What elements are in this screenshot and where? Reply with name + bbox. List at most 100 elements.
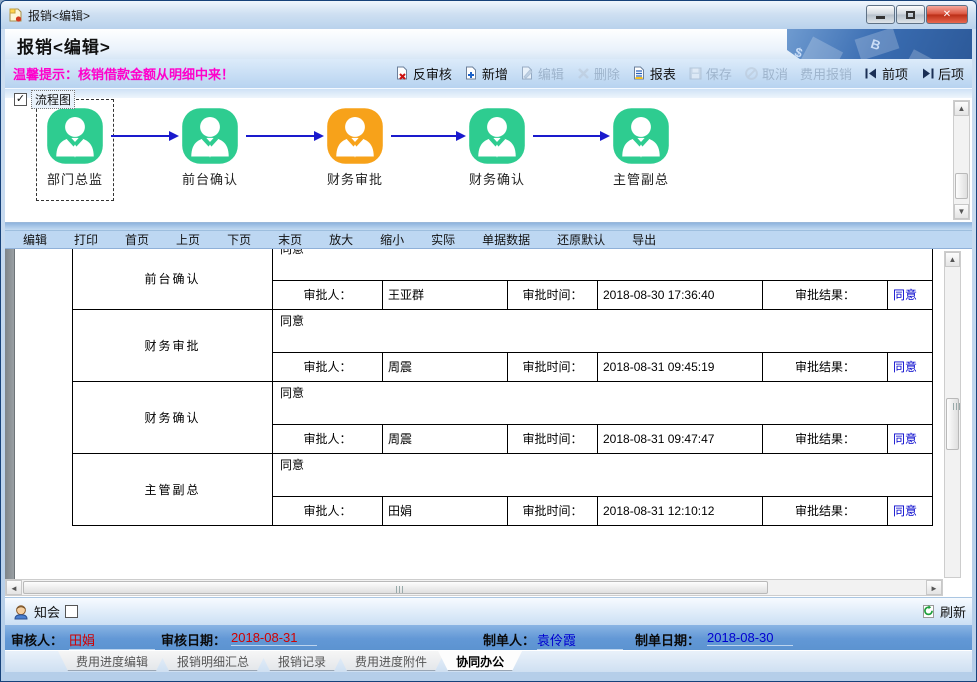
menu-item-last-page[interactable]: 末页 [278, 231, 302, 248]
result-value[interactable]: 同意 [888, 352, 933, 381]
flowchart-checkbox[interactable]: ✓ [14, 93, 27, 106]
toolbar: 反审核新增编辑删除报表保存取消费用报销前项后项 [391, 59, 968, 88]
menu-item-edit[interactable]: 编辑 [23, 231, 47, 248]
approval-comment-row: 财务审批同意 [73, 309, 933, 352]
create-date-value: 2018-08-30 [707, 630, 793, 646]
time-label: 审批时间： [508, 496, 598, 525]
scrollbar-thumb[interactable] [23, 581, 768, 594]
tab-collaborative-office[interactable]: 协同办公 [438, 651, 522, 671]
stage-cell: 前台确认 [73, 249, 273, 309]
flow-node-deputy-gm[interactable]: 主管副总 [593, 107, 689, 188]
tab-reimburse-detail-summary[interactable]: 报销明细汇总 [159, 651, 267, 671]
report-button[interactable]: 报表 [628, 62, 680, 85]
menu-item-next-page[interactable]: 下页 [227, 231, 251, 248]
minimize-button[interactable] [866, 5, 895, 24]
prev-item-button[interactable]: 前项 [860, 62, 912, 85]
refresh-icon [921, 604, 936, 619]
stage-cell: 主管副总 [73, 453, 273, 525]
menu-item-prev-page[interactable]: 上页 [176, 231, 200, 248]
scrollbar-thumb[interactable] [955, 173, 968, 199]
result-label: 审批结果： [763, 352, 888, 381]
flowchart-checkbox-group[interactable]: ✓ 流程图 [14, 90, 75, 109]
menu-item-doc-data[interactable]: 单据数据 [482, 231, 530, 248]
tab-expense-progress-edit[interactable]: 费用进度编辑 [58, 651, 166, 671]
menu-item-first-page[interactable]: 首页 [125, 231, 149, 248]
result-label: 审批结果： [763, 280, 888, 309]
cancel-icon [744, 66, 759, 81]
title-bar: 报销<编辑> ✕ [1, 1, 976, 29]
result-value[interactable]: 同意 [888, 424, 933, 453]
stage-cell: 财务确认 [73, 381, 273, 453]
preview-horizontal-scrollbar[interactable]: ◄ ► [5, 579, 943, 596]
result-value[interactable]: 同意 [888, 280, 933, 309]
time-value: 2018-08-30 17:36:40 [598, 280, 763, 309]
scroll-right-icon[interactable]: ► [926, 580, 942, 595]
audit-date-label: 审核日期： [161, 630, 226, 649]
person-avatar-icon [612, 107, 670, 165]
anti-audit-button[interactable]: 反审核 [391, 62, 456, 85]
toolbar-band: 温馨提示：核销借款金额从明细中来！ 反审核新增编辑删除报表保存取消费用报销前项后… [5, 59, 972, 89]
add-new-button[interactable]: 新增 [460, 62, 512, 85]
approver-label: 审批人： [273, 496, 383, 525]
person-avatar-icon [468, 107, 526, 165]
flow-node-finance-audit[interactable]: 财务审批 [307, 107, 403, 188]
stage-cell: 财务审批 [73, 309, 273, 381]
menu-item-restore-default[interactable]: 还原默认 [557, 231, 605, 248]
menu-item-zoom-out[interactable]: 缩小 [380, 231, 404, 248]
approver-label: 审批人： [273, 280, 383, 309]
approver-value: 周震 [383, 352, 508, 381]
approval-comment-row: 主管副总同意 [73, 453, 933, 496]
scroll-down-icon[interactable]: ▼ [954, 204, 969, 219]
audit-date-value: 2018-08-31 [231, 630, 317, 646]
separator-strip [5, 223, 972, 230]
prev-item-icon [864, 66, 879, 81]
notify-checkbox[interactable] [65, 605, 78, 618]
next-item-button[interactable]: 后项 [916, 62, 968, 85]
flow-arrow-icon [391, 135, 457, 137]
result-label: 审批结果： [763, 496, 888, 525]
menu-item-zoom-in[interactable]: 放大 [329, 231, 353, 248]
person-icon [13, 604, 29, 620]
scroll-left-icon[interactable]: ◄ [6, 580, 22, 595]
page-margin-strip [5, 249, 15, 579]
flow-node-dept-director[interactable]: 部门总监 [27, 107, 123, 188]
time-label: 审批时间： [508, 352, 598, 381]
menu-item-actual-size[interactable]: 实际 [431, 231, 455, 248]
result-value[interactable]: 同意 [888, 496, 933, 525]
flow-arrow-icon [246, 135, 315, 137]
time-value: 2018-08-31 09:45:19 [598, 352, 763, 381]
close-button[interactable]: ✕ [926, 5, 968, 24]
cancel-button: 取消 [740, 62, 792, 85]
bottom-tab-bar: 费用进度编辑报销明细汇总报销记录费用进度附件协同办公 [5, 650, 972, 672]
menu-item-print[interactable]: 打印 [74, 231, 98, 248]
edit-icon [520, 66, 535, 81]
refresh-button[interactable]: 刷新 [921, 602, 966, 621]
save-button: 保存 [684, 62, 736, 85]
edit-button: 编辑 [516, 62, 568, 85]
tab-reimburse-record[interactable]: 报销记录 [260, 651, 344, 671]
decorative-image: $ B A $ [787, 29, 972, 59]
delete-button: 删除 [572, 62, 624, 85]
page-title: 报销<编辑> [17, 33, 111, 58]
comment-cell: 同意 [273, 381, 933, 424]
notify-label: 知会 [34, 602, 60, 621]
scroll-up-icon[interactable]: ▲ [945, 252, 960, 267]
creator-label: 制单人： [483, 630, 535, 649]
approver-label: 审批人： [273, 424, 383, 453]
refresh-label: 刷新 [940, 602, 966, 621]
scrollbar-thumb[interactable] [946, 398, 959, 450]
time-label: 审批时间： [508, 424, 598, 453]
person-avatar-icon [326, 107, 384, 165]
scroll-up-icon[interactable]: ▲ [954, 101, 969, 116]
flow-arrow-icon [533, 135, 601, 137]
tab-expense-progress-attachment[interactable]: 费用进度附件 [337, 651, 445, 671]
preview-vertical-scrollbar[interactable]: ▲ [944, 251, 961, 578]
warning-text: 温馨提示：核销借款金额从明细中来！ [13, 64, 234, 83]
app-window: 报销<编辑> ✕ $ B A $ 报销<编辑> 温馨提示：核销借款金额从明细中来… [0, 0, 977, 682]
maximize-button[interactable] [896, 5, 925, 24]
flowchart-panel: ✓ 流程图 部门总监前台确认财务审批财务确认主管副总 ▲ ▼ [5, 89, 972, 223]
flow-node-finance-confirm[interactable]: 财务确认 [449, 107, 545, 188]
menu-item-export[interactable]: 导出 [632, 231, 656, 248]
flowchart-vertical-scrollbar[interactable]: ▲ ▼ [953, 100, 970, 220]
flow-node-front-desk-confirm[interactable]: 前台确认 [162, 107, 258, 188]
